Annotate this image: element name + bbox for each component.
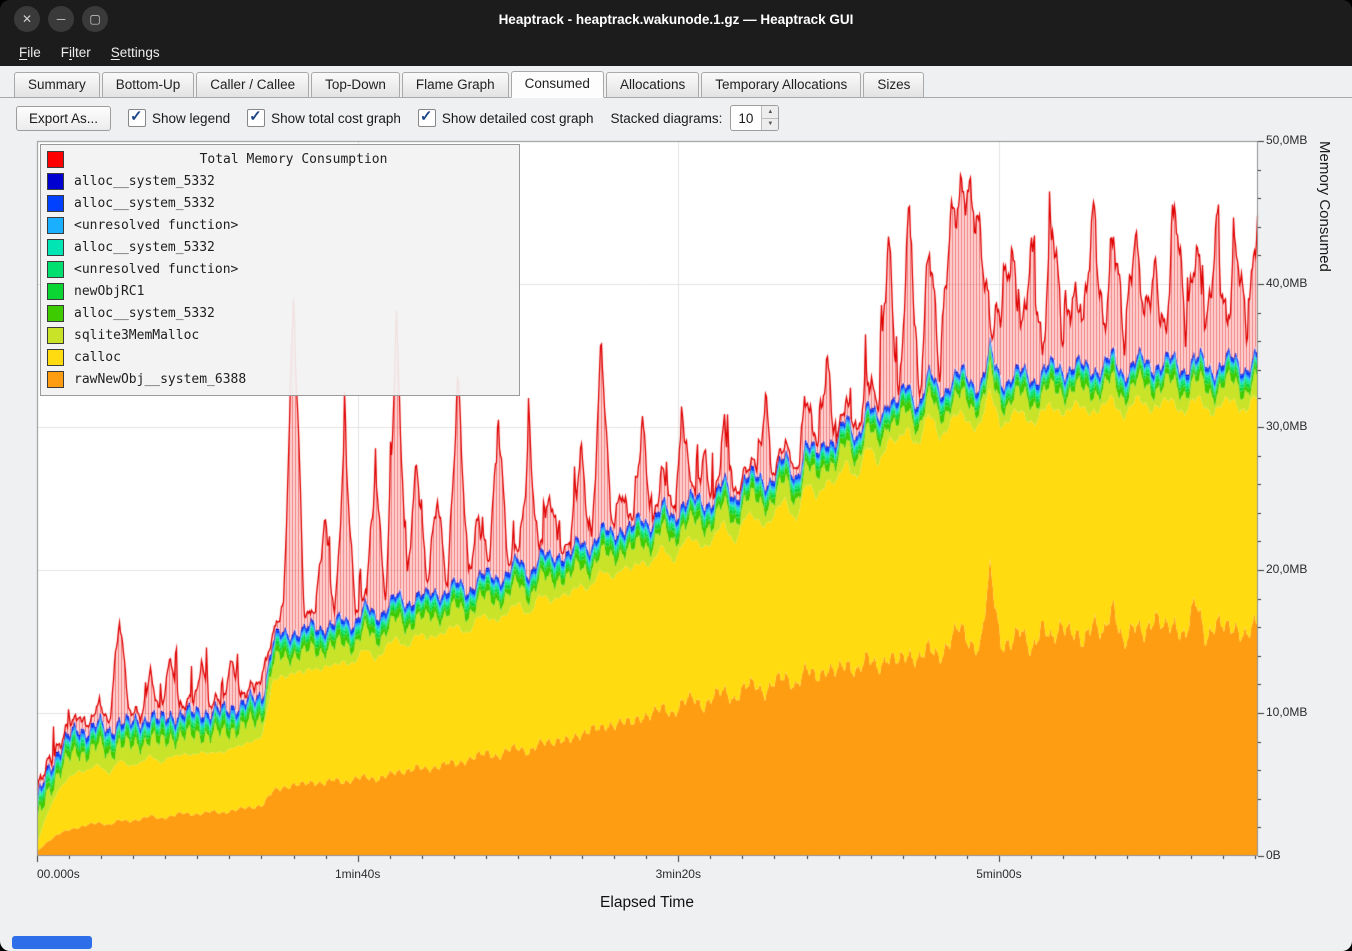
legend-label: alloc__system_5332 (74, 240, 215, 255)
stacked-diagrams-spinbox[interactable]: 10 ▲ ▼ (730, 105, 779, 131)
menu-settings[interactable]: Settings (102, 42, 169, 63)
legend-row: sqlite3MemMalloc (47, 324, 513, 346)
x-tick-label: 00.000s (37, 867, 80, 881)
legend-row: <unresolved function> (47, 214, 513, 236)
legend-row: calloc (47, 346, 513, 368)
tab-bottom-up[interactable]: Bottom-Up (102, 72, 195, 97)
legend-swatch (47, 217, 64, 234)
stacked-diagrams-value[interactable]: 10 (731, 106, 761, 130)
legend-label: <unresolved function> (74, 218, 238, 233)
legend-row: alloc__system_5332 (47, 236, 513, 258)
y-tick-label: 0B (1266, 848, 1281, 862)
tab-bar: SummaryBottom-UpCaller / CalleeTop-DownF… (0, 66, 1352, 98)
tab-top-down[interactable]: Top-Down (311, 72, 400, 97)
legend-row: alloc__system_5332 (47, 192, 513, 214)
menubar: FileFilterSettings (0, 38, 1352, 66)
y-tick-label: 50,0MB (1266, 133, 1307, 147)
legend-label: rawNewObj__system_6388 (74, 372, 246, 387)
maximize-icon: ▢ (89, 13, 100, 25)
legend-swatch (47, 349, 64, 366)
tab-sizes[interactable]: Sizes (863, 72, 924, 97)
checkbox-box-icon (128, 109, 146, 127)
window-controls: ✕ ─ ▢ (14, 6, 108, 32)
main-content: SummaryBottom-UpCaller / CalleeTop-DownF… (0, 66, 1352, 951)
y-tick-label: 10,0MB (1266, 705, 1307, 719)
legend-row: alloc__system_5332 (47, 302, 513, 324)
legend-label: Total Memory Consumption (74, 152, 513, 167)
legend-swatch (47, 283, 64, 300)
export-as-button[interactable]: Export As... (16, 106, 111, 131)
tab-summary[interactable]: Summary (14, 72, 100, 97)
app-window: ✕ ─ ▢ Heaptrack - heaptrack.wakunode.1.gz … (0, 0, 1352, 951)
close-button[interactable]: ✕ (14, 6, 40, 32)
legend-label: newObjRC1 (74, 284, 144, 299)
checkbox-group: Show legend Show total cost graph Show det… (128, 109, 594, 127)
y-axis-title: Memory Consumed (1316, 141, 1333, 856)
legend-swatch (47, 239, 64, 256)
checkbox-box-icon (418, 109, 436, 127)
y-tick-label: 40,0MB (1266, 276, 1307, 290)
menu-file[interactable]: File (10, 42, 50, 63)
legend-row: <unresolved function> (47, 258, 513, 280)
tab-caller-callee[interactable]: Caller / Callee (196, 72, 309, 97)
checkbox-show-legend[interactable]: Show legend (128, 109, 230, 127)
legend-label: alloc__system_5332 (74, 174, 215, 189)
chart-legend: Total Memory Consumption alloc__system_53… (40, 144, 520, 396)
legend-swatch (47, 305, 64, 322)
legend-swatch (47, 151, 64, 168)
legend-swatch (47, 195, 64, 212)
spin-down-icon[interactable]: ▼ (762, 118, 778, 131)
legend-label: alloc__system_5332 (74, 306, 215, 321)
y-tick-label: 30,0MB (1266, 419, 1307, 433)
legend-label: calloc (74, 350, 121, 365)
checkbox-label: Show detailed cost graph (442, 111, 594, 126)
legend-row: newObjRC1 (47, 280, 513, 302)
legend-label: alloc__system_5332 (74, 196, 215, 211)
bottom-accent-bar (12, 936, 92, 949)
minimize-button[interactable]: ─ (48, 6, 74, 32)
spin-up-icon[interactable]: ▲ (762, 106, 778, 118)
checkbox-label: Show total cost graph (271, 111, 401, 126)
checkbox-label: Show legend (152, 111, 230, 126)
legend-swatch (47, 173, 64, 190)
titlebar: ✕ ─ ▢ Heaptrack - heaptrack.wakunode.1.gz … (0, 0, 1352, 38)
menu-filter[interactable]: Filter (52, 42, 100, 63)
legend-row: alloc__system_5332 (47, 170, 513, 192)
stacked-diagrams-group: Stacked diagrams: 10 ▲ ▼ (611, 105, 780, 131)
window-title: Heaptrack - heaptrack.wakunode.1.gz — He… (0, 12, 1352, 27)
minimize-icon: ─ (57, 13, 66, 25)
checkbox-show-total-cost-graph[interactable]: Show total cost graph (247, 109, 401, 127)
tab-flame-graph[interactable]: Flame Graph (402, 72, 509, 97)
checkbox-show-detailed-cost-graph[interactable]: Show detailed cost graph (418, 109, 594, 127)
x-tick-label: 1min40s (335, 867, 380, 881)
close-icon: ✕ (22, 13, 32, 25)
x-tick-label: 5min00s (976, 867, 1021, 881)
legend-swatch (47, 371, 64, 388)
stacked-diagrams-label: Stacked diagrams: (611, 111, 723, 126)
maximize-button[interactable]: ▢ (82, 6, 108, 32)
legend-row: rawNewObj__system_6388 (47, 368, 513, 390)
spinbox-arrows: ▲ ▼ (761, 106, 778, 130)
tab-consumed[interactable]: Consumed (511, 71, 604, 98)
legend-label: sqlite3MemMalloc (74, 328, 199, 343)
legend-swatch (47, 327, 64, 344)
y-tick-label: 20,0MB (1266, 562, 1307, 576)
x-axis-title: Elapsed Time (600, 894, 694, 912)
tab-temporary-allocations[interactable]: Temporary Allocations (701, 72, 861, 97)
checkbox-box-icon (247, 109, 265, 127)
chart-region: Total Memory Consumption alloc__system_53… (16, 130, 1336, 930)
legend-label: <unresolved function> (74, 262, 238, 277)
legend-swatch (47, 261, 64, 278)
tab-allocations[interactable]: Allocations (606, 72, 699, 97)
legend-title-row: Total Memory Consumption (47, 148, 513, 170)
x-tick-label: 3min20s (656, 867, 701, 881)
